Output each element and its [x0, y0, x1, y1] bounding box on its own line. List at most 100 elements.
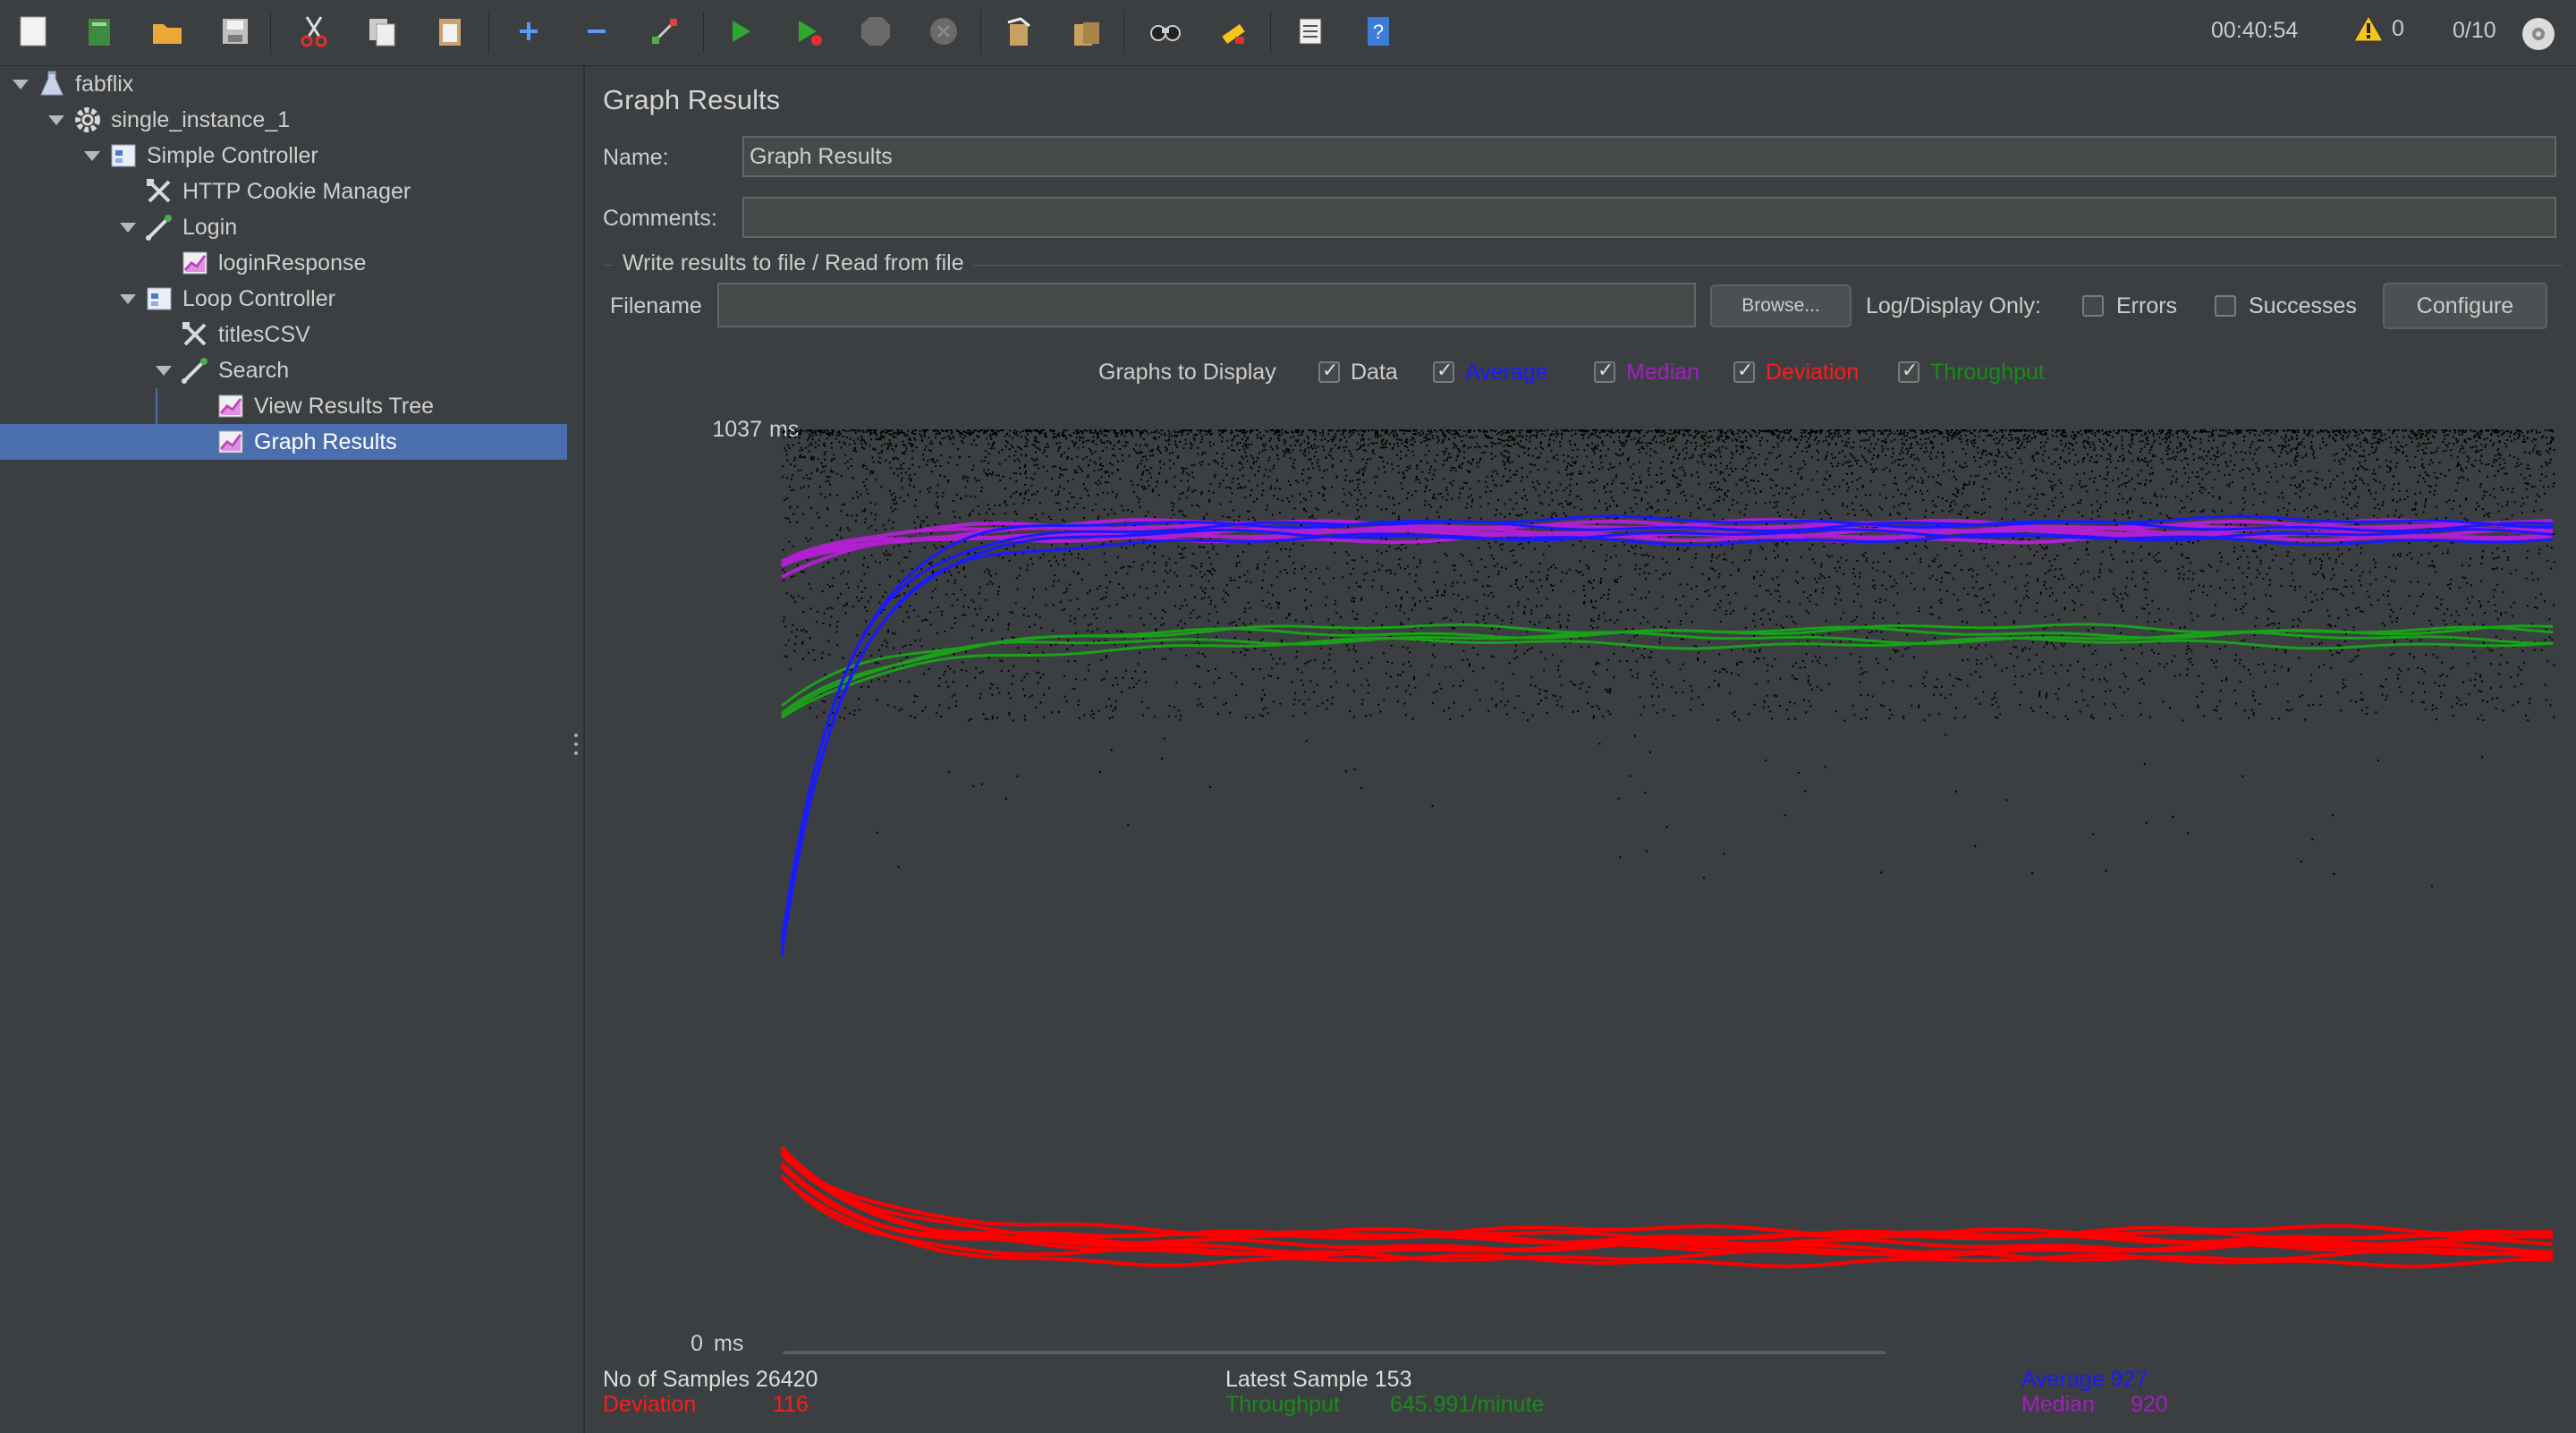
controller-icon	[109, 141, 138, 170]
tree-item-titlescsv[interactable]: titlesCSV	[0, 317, 567, 352]
tree-item-single-instance-1[interactable]: single_instance_1	[0, 102, 567, 138]
median-stat: Median 920	[2021, 1392, 2168, 1418]
expand-arrow-icon[interactable]	[13, 80, 29, 89]
tree-guide-line	[156, 388, 157, 460]
toolbar-separator	[980, 11, 981, 54]
graph-scrollbar	[782, 1351, 1887, 1354]
warning-count: 0	[2392, 15, 2404, 41]
warning-icon	[2353, 14, 2384, 42]
average-line	[780, 532, 2554, 955]
average-label: Average	[2021, 1367, 2105, 1392]
function-helper-icon[interactable]	[1288, 9, 1333, 54]
throughput-stat: Throughput 645.991/minute	[1225, 1392, 1544, 1418]
remote-icon[interactable]	[2521, 16, 2556, 56]
paste-icon[interactable]	[428, 9, 472, 54]
help-icon[interactable]: ?	[1356, 9, 1401, 54]
shutdown-icon[interactable]	[921, 9, 966, 54]
tree-item-label: titlesCSV	[218, 322, 310, 347]
expand-arrow-icon[interactable]	[84, 151, 100, 161]
tree-item-simple-controller[interactable]: Simple Controller	[0, 138, 567, 174]
warning-indicator[interactable]: 0	[2352, 14, 2404, 43]
toolbar-separator	[1270, 11, 1271, 54]
copy-icon[interactable]	[360, 9, 404, 54]
average-value: 927	[2110, 1367, 2148, 1392]
tree-item-label: Search	[218, 358, 290, 383]
toolbar-separator	[488, 11, 489, 54]
stop-icon[interactable]	[853, 9, 898, 54]
tree-item-loop-controller[interactable]: Loop Controller	[0, 281, 567, 317]
collapse-icon[interactable]	[574, 9, 619, 54]
new-icon[interactable]	[11, 9, 55, 54]
expand-icon[interactable]	[506, 9, 551, 54]
graph-results-panel: Graph Results Name: Comments: Write resu…	[587, 66, 2576, 1433]
average-stat: Average 927	[2021, 1367, 2148, 1393]
tree-item-label: Login	[182, 215, 238, 240]
reset-search-icon[interactable]	[1211, 9, 1256, 54]
clear-all-icon[interactable]	[1064, 9, 1109, 54]
elapsed-timer: 00:40:54	[2211, 18, 2299, 43]
expand-arrow-icon[interactable]	[120, 294, 136, 304]
deviation-line	[780, 1153, 2554, 1247]
deviation-value: 116	[773, 1392, 809, 1417]
toolbar-separator	[703, 11, 704, 54]
test-plan-tree: fabflix single_instance_1 Simple Controlle…	[0, 66, 567, 1433]
graph-canvas: 1037 ms 0 ms	[691, 417, 2555, 1354]
throughput-line	[781, 636, 2554, 719]
tree-item-fabflix[interactable]: fabflix	[0, 66, 567, 102]
latest-sample-value: 153	[1374, 1367, 1412, 1392]
throughput-series	[781, 623, 2554, 719]
toolbar: ? 00:40:54 0 0/10	[0, 0, 2576, 66]
config-icon	[181, 320, 209, 349]
average-line	[780, 514, 2553, 941]
toolbar-separator	[270, 11, 271, 54]
start-icon[interactable]	[717, 9, 762, 54]
toolbar-separator	[1123, 11, 1124, 54]
templates-icon[interactable]	[77, 9, 122, 54]
open-icon[interactable]	[145, 9, 190, 54]
data-points	[782, 429, 2555, 887]
data-point-cloud	[782, 429, 2555, 887]
testplan-icon	[38, 70, 66, 98]
tree-item-label: single_instance_1	[111, 107, 291, 132]
y-min-unit: ms	[714, 1331, 743, 1354]
tree-item-label: Loop Controller	[182, 286, 335, 311]
average-line	[780, 520, 2554, 944]
divider-grip-icon[interactable]	[574, 733, 578, 759]
throughput-line	[781, 631, 2553, 717]
tree-item-label: HTTP Cookie Manager	[182, 179, 411, 204]
expand-arrow-icon[interactable]	[48, 115, 64, 125]
thread-group-icon	[73, 106, 102, 134]
listener-icon	[181, 249, 209, 277]
tree-item-label: View Results Tree	[254, 394, 435, 419]
active-threads: 0/10	[2453, 18, 2496, 43]
tree-item-label: Simple Controller	[147, 143, 318, 168]
tree-item-label: fabflix	[75, 72, 134, 97]
samples-value: 26420	[755, 1367, 818, 1392]
clear-icon[interactable]	[996, 9, 1041, 54]
config-icon	[145, 177, 174, 206]
tree-item-loginresponse[interactable]: loginResponse	[0, 245, 567, 281]
y-max-unit: ms	[769, 417, 799, 442]
tree-item-search[interactable]: Search	[0, 352, 567, 388]
latest-sample-label: Latest Sample	[1225, 1367, 1368, 1392]
toggle-icon[interactable]	[642, 9, 687, 54]
controller-icon	[145, 284, 174, 313]
cut-icon[interactable]	[292, 9, 336, 54]
deviation-stat: Deviation 116	[603, 1392, 809, 1418]
median-label: Median	[2021, 1392, 2095, 1417]
search-icon[interactable]	[1143, 9, 1188, 54]
tree-item-label: loginResponse	[218, 250, 367, 276]
tree-item-graph-results[interactable]: Graph Results	[0, 424, 567, 460]
tree-item-view-results-tree[interactable]: View Results Tree	[0, 388, 567, 424]
expand-arrow-icon[interactable]	[156, 366, 172, 376]
average-line	[780, 528, 2554, 956]
average-series	[780, 514, 2554, 956]
deviation-line	[780, 1150, 2553, 1238]
deviation-series	[780, 1146, 2554, 1268]
start-no-pauses-icon[interactable]	[785, 9, 830, 54]
tree-item-http-cookie-manager[interactable]: HTTP Cookie Manager	[0, 174, 567, 209]
tree-item-login[interactable]: Login	[0, 209, 567, 245]
expand-arrow-icon[interactable]	[120, 223, 136, 233]
latest-sample-stat: Latest Sample 153	[1225, 1367, 1412, 1393]
save-icon[interactable]	[213, 9, 258, 54]
